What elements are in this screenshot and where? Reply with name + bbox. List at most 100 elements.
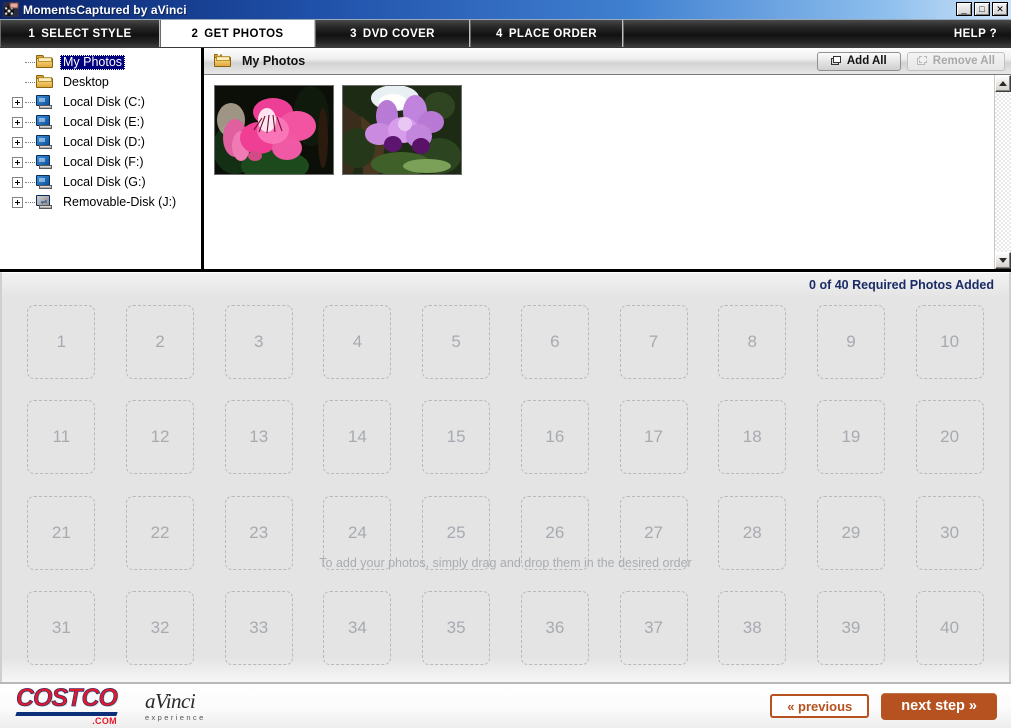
tree-item-removable-disk-j[interactable]: ⇌ Removable-Disk (J:) xyxy=(2,192,201,212)
photo-slot-30[interactable]: 30 xyxy=(915,495,984,570)
photo-slot-36[interactable]: 36 xyxy=(520,591,589,666)
scroll-down-button[interactable] xyxy=(995,252,1011,269)
expand-icon[interactable] xyxy=(12,96,23,108)
tab-place-order[interactable]: 4 PLACE ORDER xyxy=(470,20,623,47)
avinci-logo: aVinci experience xyxy=(144,690,206,722)
grid-cell: 30 xyxy=(904,485,995,581)
next-step-button[interactable]: next step » xyxy=(881,692,997,720)
photo-slot-29[interactable]: 29 xyxy=(816,495,885,570)
tree-item-local-disk-c[interactable]: Local Disk (C:) xyxy=(2,92,201,112)
photo-list-scrollbar[interactable] xyxy=(994,75,1011,269)
grid-cell: 21 xyxy=(16,485,107,581)
folder-icon xyxy=(36,54,56,70)
photo-thumbnail-purple-orchid-flowers[interactable] xyxy=(342,85,462,175)
photo-list-body xyxy=(204,75,1011,269)
tree-connector xyxy=(25,101,35,103)
photo-slot-33[interactable]: 33 xyxy=(224,591,293,666)
photo-slot-7[interactable]: 7 xyxy=(619,304,688,379)
expand-icon[interactable] xyxy=(12,156,23,168)
grid-cell: 35 xyxy=(411,581,502,677)
expand-icon[interactable] xyxy=(12,136,23,148)
photo-slot-17[interactable]: 17 xyxy=(619,400,688,475)
photo-slot-16[interactable]: 16 xyxy=(520,400,589,475)
expand-icon[interactable] xyxy=(12,176,23,188)
photo-slot-13[interactable]: 13 xyxy=(224,400,293,475)
photo-slot-31[interactable]: 31 xyxy=(27,591,96,666)
expand-icon[interactable] xyxy=(12,116,23,128)
scroll-up-button[interactable] xyxy=(995,75,1011,92)
costco-wordmark: COSTCO xyxy=(16,684,119,712)
tab-dvd-cover[interactable]: 3 DVD COVER xyxy=(315,20,470,47)
photo-slot-3[interactable]: 3 xyxy=(224,304,293,379)
photo-slot-34[interactable]: 34 xyxy=(323,591,392,666)
tree-item-desktop[interactable]: Desktop xyxy=(2,72,201,92)
tab-label: PLACE ORDER xyxy=(508,27,597,40)
photo-thumbnail-pink-alstroemeria-flower[interactable] xyxy=(214,85,334,175)
photo-slot-15[interactable]: 15 xyxy=(422,400,491,475)
grid-cell: 25 xyxy=(411,485,502,581)
photo-slot-6[interactable]: 6 xyxy=(520,304,589,379)
removable-drive-icon: ⇌ xyxy=(36,194,56,210)
photo-slot-32[interactable]: 32 xyxy=(126,591,195,666)
photo-slot-2[interactable]: 2 xyxy=(126,304,195,379)
remove-all-button[interactable]: Remove All xyxy=(906,51,1005,71)
photo-slot-1[interactable]: 1 xyxy=(27,304,96,379)
costco-swoosh xyxy=(15,712,118,716)
photo-slot-25[interactable]: 25 xyxy=(422,495,491,570)
photo-slot-35[interactable]: 35 xyxy=(422,591,491,666)
close-button[interactable]: ✕ xyxy=(992,2,1008,16)
expand-icon[interactable] xyxy=(12,196,23,208)
tree-item-local-disk-f[interactable]: Local Disk (F:) xyxy=(2,152,201,172)
photo-slot-38[interactable]: 38 xyxy=(718,591,787,666)
photo-slot-27[interactable]: 27 xyxy=(619,495,688,570)
tab-number: 2 xyxy=(191,27,199,40)
footer-navigation: « previous next step » xyxy=(770,692,997,720)
photo-slot-23[interactable]: 23 xyxy=(224,495,293,570)
tree-item-local-disk-g[interactable]: Local Disk (G:) xyxy=(2,172,201,192)
photo-slot-37[interactable]: 37 xyxy=(619,591,688,666)
photo-panel-actions: Add All Remove All xyxy=(816,51,1005,71)
grid-cell: 5 xyxy=(411,294,502,390)
grid-cell: 6 xyxy=(509,294,600,390)
tab-get-photos[interactable]: 2 GET PHOTOS xyxy=(160,20,315,47)
minimize-button[interactable]: _ xyxy=(956,2,972,16)
grid-cell: 23 xyxy=(213,485,304,581)
photo-slot-8[interactable]: 8 xyxy=(718,304,787,379)
photo-slot-9[interactable]: 9 xyxy=(816,304,885,379)
maximize-button[interactable]: □ xyxy=(974,2,990,16)
photo-slot-10[interactable]: 10 xyxy=(915,304,984,379)
avinci-tagline: experience xyxy=(144,712,206,722)
tree-item-local-disk-d[interactable]: Local Disk (D:) xyxy=(2,132,201,152)
costco-logo: COSTCO .COM xyxy=(15,684,119,726)
photo-slot-22[interactable]: 22 xyxy=(126,495,195,570)
photo-slot-11[interactable]: 11 xyxy=(27,400,96,475)
scrollbar-track[interactable] xyxy=(995,92,1011,252)
grid-cell: 12 xyxy=(115,390,206,486)
grid-cell: 14 xyxy=(312,390,403,486)
photo-slot-39[interactable]: 39 xyxy=(816,591,885,666)
photo-slot-18[interactable]: 18 xyxy=(718,400,787,475)
photo-slot-40[interactable]: 40 xyxy=(915,591,984,666)
tab-select-style[interactable]: 1 SELECT STYLE xyxy=(0,20,160,47)
tree-item-label: Local Disk (F:) xyxy=(63,154,144,169)
help-button[interactable]: HELP ? xyxy=(623,20,1011,47)
photo-slot-14[interactable]: 14 xyxy=(323,400,392,475)
photo-slot-19[interactable]: 19 xyxy=(816,400,885,475)
previous-button[interactable]: « previous xyxy=(770,694,870,718)
costco-domain: .COM xyxy=(92,716,117,726)
photo-slot-12[interactable]: 12 xyxy=(126,400,195,475)
photo-slot-24[interactable]: 24 xyxy=(323,495,392,570)
photo-slot-20[interactable]: 20 xyxy=(915,400,984,475)
grid-cell: 19 xyxy=(806,390,897,486)
tree-item-my-photos[interactable]: My Photos xyxy=(2,52,201,72)
photo-slot-28[interactable]: 28 xyxy=(718,495,787,570)
folder-tree[interactable]: My Photos Desktop Local Disk (C:) Local … xyxy=(0,48,204,269)
tree-item-local-disk-e[interactable]: Local Disk (E:) xyxy=(2,112,201,132)
photo-slot-21[interactable]: 21 xyxy=(27,495,96,570)
add-all-label: Add All xyxy=(846,55,887,67)
photo-slot-5[interactable]: 5 xyxy=(422,304,491,379)
grid-cell: 39 xyxy=(806,581,897,677)
add-all-button[interactable]: Add All xyxy=(816,51,901,71)
photo-slot-26[interactable]: 26 xyxy=(520,495,589,570)
photo-slot-4[interactable]: 4 xyxy=(323,304,392,379)
